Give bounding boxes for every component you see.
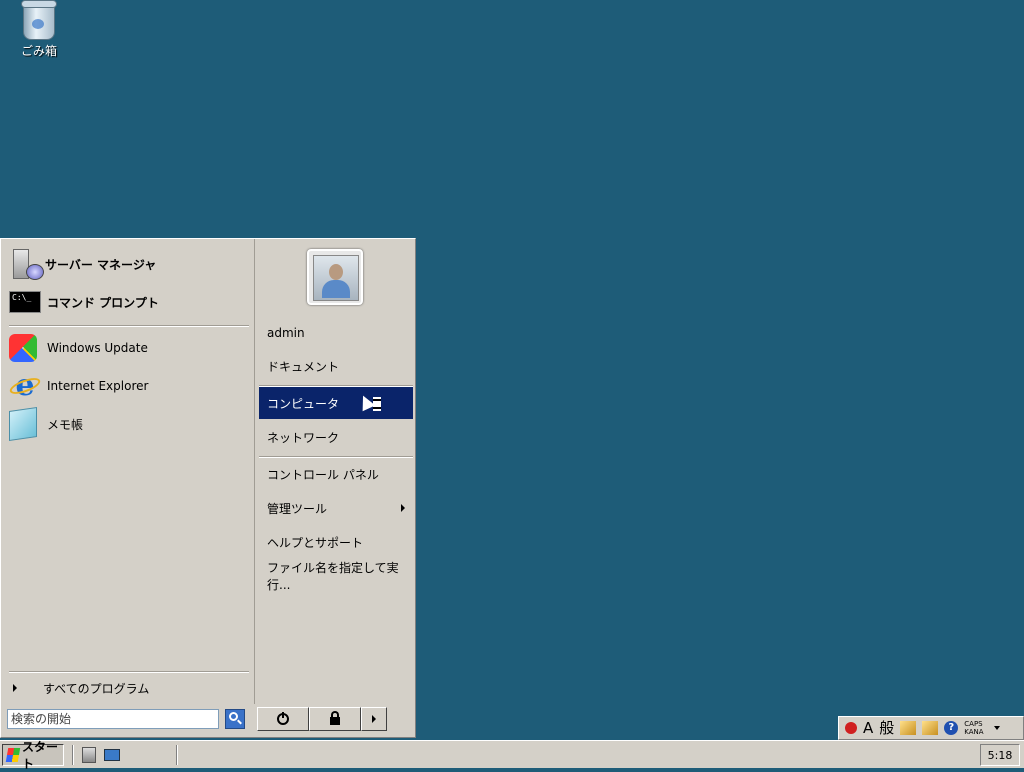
menu-item-label: ネットワーク [267, 430, 340, 445]
menu-separator [9, 671, 249, 673]
taskbar-separator [72, 745, 74, 765]
menu-item-label: Windows Update [47, 341, 148, 355]
start-button-label: スタート [21, 740, 58, 771]
user-avatar[interactable] [307, 249, 363, 305]
menu-item-label: ヘルプとサポート [267, 535, 364, 550]
start-button[interactable]: スタート [2, 740, 64, 771]
user-picture-icon [313, 255, 359, 301]
internet-explorer-icon: e [9, 370, 41, 402]
language-bar-options-icon[interactable] [993, 726, 1000, 730]
menu-item-network[interactable]: ネットワーク [259, 421, 413, 453]
lock-button[interactable] [309, 707, 361, 731]
server-manager-icon [13, 249, 44, 280]
hourglass-icon [373, 397, 381, 411]
menu-item-label: コマンド プロンプト [47, 295, 159, 310]
start-menu-programs-pane: サーバー マネージャ C:\_ コマンド プロンプト Windows Updat… [1, 239, 255, 704]
language-bar: A 般 ? CAPS KANA [838, 716, 1024, 740]
ime-tools-icon[interactable] [922, 721, 939, 735]
power-button[interactable] [257, 707, 309, 731]
ime-status-icon[interactable] [845, 722, 857, 734]
power-icon [277, 712, 289, 725]
menu-item-windows-update[interactable]: Windows Update [9, 331, 249, 365]
menu-item-documents[interactable]: ドキュメント [259, 350, 413, 382]
system-tray: 5:18 [980, 744, 1020, 766]
ime-pad-icon[interactable] [900, 721, 917, 735]
help-icon[interactable]: ? [944, 721, 959, 735]
recycle-bin-label: ごみ箱 [20, 44, 57, 58]
show-desktop-icon[interactable] [104, 749, 120, 761]
input-mode-indicator[interactable]: A [863, 718, 873, 738]
arrow-right-icon [13, 684, 17, 692]
menu-separator [9, 325, 249, 327]
menu-item-internet-explorer[interactable]: e Internet Explorer [9, 369, 249, 403]
caps-label: CAPS [964, 720, 983, 728]
all-programs-label: すべてのプログラム [43, 681, 150, 696]
submenu-arrow-icon [401, 504, 405, 512]
kana-label: KANA [964, 728, 984, 736]
menu-item-computer[interactable]: コンピュータ [259, 387, 413, 419]
windows-update-icon [9, 334, 37, 362]
conversion-mode-indicator[interactable]: 般 [879, 718, 894, 738]
notepad-icon [9, 407, 37, 441]
taskbar: スタート 5:18 [0, 740, 1024, 771]
menu-item-control-panel[interactable]: コントロール パネル [259, 458, 413, 490]
menu-item-command-prompt[interactable]: C:\_ コマンド プロンプト [9, 285, 249, 319]
caps-kana-indicator: CAPS KANA [964, 720, 983, 736]
start-menu-places-pane: admin ドキュメント コンピュータ ネットワーク コントロール パネル 管理… [255, 239, 415, 704]
start-menu: サーバー マネージャ C:\_ コマンド プロンプト Windows Updat… [0, 238, 416, 738]
arrow-right-icon [372, 715, 376, 723]
menu-item-run[interactable]: ファイル名を指定して実行... [259, 560, 413, 592]
menu-item-label: サーバー マネージャ [45, 257, 157, 272]
search-button[interactable] [225, 709, 245, 729]
lock-icon [330, 711, 340, 725]
menu-item-label: コンピュータ [267, 396, 340, 411]
menu-item-label: 管理ツール [267, 501, 328, 516]
menu-item-notepad[interactable]: メモ帳 [9, 407, 249, 441]
menu-item-label: ドキュメント [267, 359, 340, 374]
menu-item-label: メモ帳 [47, 417, 84, 432]
menu-item-server-manager[interactable]: サーバー マネージャ [9, 247, 249, 281]
command-prompt-icon: C:\_ [9, 291, 41, 313]
all-programs-button[interactable]: すべてのプログラム [9, 677, 249, 699]
menu-item-help-support[interactable]: ヘルプとサポート [259, 526, 413, 558]
recycle-bin-icon [21, 0, 57, 40]
menu-item-label: admin [267, 326, 305, 340]
menu-item-label: Internet Explorer [47, 379, 149, 393]
menu-item-admin-tools[interactable]: 管理ツール [259, 492, 413, 524]
menu-item-label: ファイル名を指定して実行... [267, 561, 399, 592]
clock[interactable]: 5:18 [988, 749, 1013, 762]
shutdown-options-button[interactable] [361, 707, 387, 731]
menu-item-label: コントロール パネル [267, 467, 379, 482]
menu-item-admin[interactable]: admin [259, 317, 413, 349]
taskbar-separator [176, 745, 178, 765]
windows-logo-icon [5, 748, 21, 762]
start-search-input[interactable] [7, 709, 219, 729]
recycle-bin[interactable]: ごみ箱 [10, 0, 68, 59]
server-manager-quicklaunch-icon[interactable] [82, 747, 96, 763]
